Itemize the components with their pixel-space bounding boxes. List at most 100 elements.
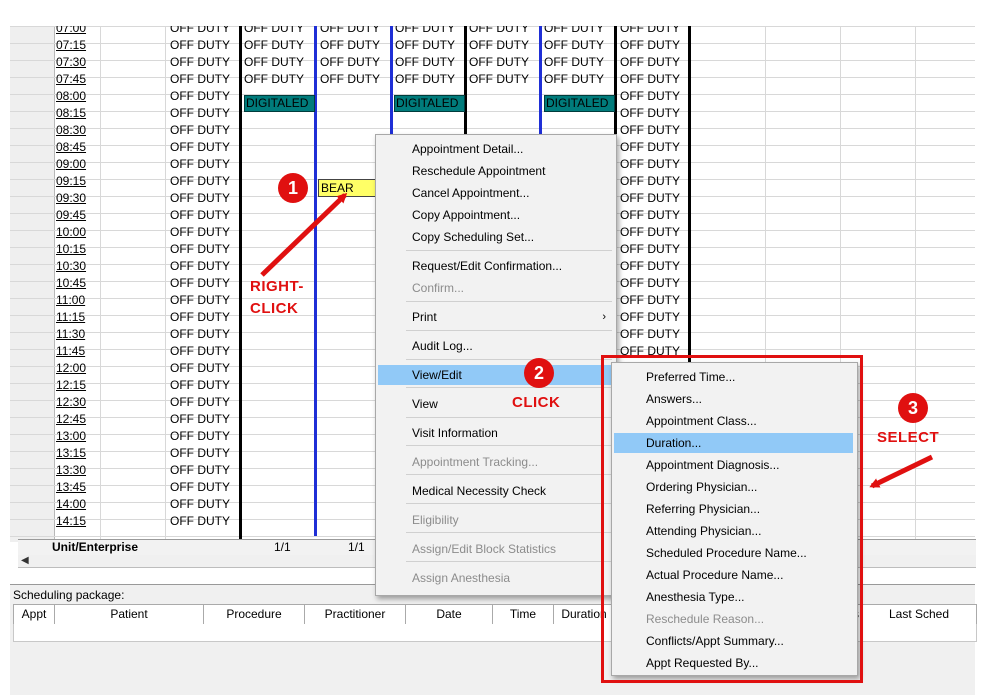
off-duty-cell[interactable]: OFF DUTY	[620, 37, 680, 54]
off-duty-cell[interactable]: OFF DUTY	[170, 54, 230, 71]
menu-item-copy-scheduling-set[interactable]: Copy Scheduling Set...	[378, 227, 614, 247]
off-duty-cell[interactable]: OFF DUTY	[244, 37, 304, 54]
menu-item-view[interactable]: View	[378, 394, 614, 414]
off-duty-cell[interactable]: OFF DUTY	[320, 71, 380, 88]
time-slot-label[interactable]: 08:30	[56, 122, 100, 139]
time-slot-label[interactable]: 12:15	[56, 377, 100, 394]
time-slot-label[interactable]: 11:45	[56, 343, 100, 360]
off-duty-cell[interactable]: OFF DUTY	[170, 360, 230, 377]
off-duty-cell[interactable]: OFF DUTY	[620, 224, 680, 241]
digitaled-slot[interactable]: DIGITALED	[244, 95, 315, 112]
time-slot-label[interactable]: 07:45	[56, 71, 100, 88]
off-duty-cell[interactable]: OFF DUTY	[469, 71, 529, 88]
off-duty-cell[interactable]: OFF DUTY	[170, 105, 230, 122]
column-header-last-sched[interactable]: Last Sched	[863, 605, 975, 624]
digitaled-slot[interactable]: DIGITALED	[394, 95, 465, 112]
time-slot-label[interactable]: 12:30	[56, 394, 100, 411]
off-duty-cell[interactable]: OFF DUTY	[170, 326, 230, 343]
off-duty-cell[interactable]: OFF DUTY	[170, 224, 230, 241]
off-duty-cell[interactable]: OFF DUTY	[395, 37, 455, 54]
off-duty-cell[interactable]: OFF DUTY	[170, 71, 230, 88]
off-duty-cell[interactable]: OFF DUTY	[170, 445, 230, 462]
time-slot-label[interactable]: 08:00	[56, 88, 100, 105]
off-duty-cell[interactable]: OFF DUTY	[320, 37, 380, 54]
column-header-date[interactable]: Date	[406, 605, 493, 624]
time-slot-label[interactable]: 11:00	[56, 292, 100, 309]
off-duty-cell[interactable]: OFF DUTY	[170, 394, 230, 411]
off-duty-cell[interactable]: OFF DUTY	[170, 275, 230, 292]
off-duty-cell[interactable]: OFF DUTY	[620, 139, 680, 156]
off-duty-cell[interactable]: OFF DUTY	[170, 173, 230, 190]
menu-item-appointment-detail[interactable]: Appointment Detail...	[378, 139, 614, 159]
off-duty-cell[interactable]: OFF DUTY	[170, 139, 230, 156]
off-duty-cell[interactable]: OFF DUTY	[469, 26, 529, 37]
off-duty-cell[interactable]: OFF DUTY	[395, 71, 455, 88]
off-duty-cell[interactable]: OFF DUTY	[170, 190, 230, 207]
time-slot-label[interactable]: 09:30	[56, 190, 100, 207]
menu-item-print[interactable]: Print ›	[378, 307, 614, 327]
off-duty-cell[interactable]: OFF DUTY	[244, 54, 304, 71]
off-duty-cell[interactable]: OFF DUTY	[170, 479, 230, 496]
off-duty-cell[interactable]: OFF DUTY	[620, 54, 680, 71]
off-duty-cell[interactable]: OFF DUTY	[320, 26, 380, 37]
time-slot-label[interactable]: 07:30	[56, 54, 100, 71]
menu-item-reschedule-appointment[interactable]: Reschedule Appointment	[378, 161, 614, 181]
menu-item-visit-information[interactable]: Visit Information	[378, 423, 614, 443]
menu-item-request-edit-confirmation[interactable]: Request/Edit Confirmation...	[378, 256, 614, 276]
column-header-appt[interactable]: Appt	[14, 605, 55, 624]
off-duty-cell[interactable]: OFF DUTY	[620, 190, 680, 207]
time-slot-label[interactable]: 13:45	[56, 479, 100, 496]
time-slot-label[interactable]: 14:15	[56, 513, 100, 530]
off-duty-cell[interactable]: OFF DUTY	[170, 241, 230, 258]
time-slot-label[interactable]: 13:30	[56, 462, 100, 479]
off-duty-cell[interactable]: OFF DUTY	[469, 37, 529, 54]
off-duty-cell[interactable]: OFF DUTY	[620, 207, 680, 224]
time-slot-label[interactable]: 10:00	[56, 224, 100, 241]
off-duty-cell[interactable]: OFF DUTY	[170, 309, 230, 326]
off-duty-cell[interactable]: OFF DUTY	[170, 462, 230, 479]
time-slot-label[interactable]: 10:45	[56, 275, 100, 292]
off-duty-cell[interactable]: OFF DUTY	[170, 88, 230, 105]
off-duty-cell[interactable]: OFF DUTY	[170, 343, 230, 360]
off-duty-cell[interactable]: OFF DUTY	[170, 411, 230, 428]
off-duty-cell[interactable]: OFF DUTY	[620, 88, 680, 105]
time-slot-label[interactable]: 09:45	[56, 207, 100, 224]
column-header-practitioner[interactable]: Practitioner	[305, 605, 406, 624]
time-slot-label[interactable]: 13:00	[56, 428, 100, 445]
off-duty-cell[interactable]: OFF DUTY	[544, 71, 604, 88]
off-duty-cell[interactable]: OFF DUTY	[170, 258, 230, 275]
menu-item-copy-appointment[interactable]: Copy Appointment...	[378, 205, 614, 225]
time-slot-label[interactable]: 10:15	[56, 241, 100, 258]
off-duty-cell[interactable]: OFF DUTY	[620, 258, 680, 275]
off-duty-cell[interactable]: OFF DUTY	[544, 37, 604, 54]
off-duty-cell[interactable]: OFF DUTY	[170, 377, 230, 394]
off-duty-cell[interactable]: OFF DUTY	[620, 122, 680, 139]
off-duty-cell[interactable]: OFF DUTY	[170, 122, 230, 139]
time-slot-label[interactable]: 10:30	[56, 258, 100, 275]
off-duty-cell[interactable]: OFF DUTY	[170, 428, 230, 445]
off-duty-cell[interactable]: OFF DUTY	[620, 241, 680, 258]
off-duty-cell[interactable]: OFF DUTY	[544, 54, 604, 71]
time-slot-label[interactable]: 09:00	[56, 156, 100, 173]
time-slot-label[interactable]: 13:15	[56, 445, 100, 462]
off-duty-cell[interactable]: OFF DUTY	[244, 71, 304, 88]
time-slot-label[interactable]: 11:30	[56, 326, 100, 343]
off-duty-cell[interactable]: OFF DUTY	[320, 54, 380, 71]
off-duty-cell[interactable]: OFF DUTY	[170, 26, 230, 37]
off-duty-cell[interactable]: OFF DUTY	[620, 309, 680, 326]
column-header-patient[interactable]: Patient	[55, 605, 204, 624]
off-duty-cell[interactable]: OFF DUTY	[170, 207, 230, 224]
off-duty-cell[interactable]: OFF DUTY	[170, 292, 230, 309]
time-slot-label[interactable]: 07:15	[56, 37, 100, 54]
time-slot-label[interactable]: 14:00	[56, 496, 100, 513]
time-slot-label[interactable]: 11:15	[56, 309, 100, 326]
column-header-time[interactable]: Time	[493, 605, 554, 624]
off-duty-cell[interactable]: OFF DUTY	[620, 71, 680, 88]
time-slot-label[interactable]: 07:00	[56, 26, 100, 37]
off-duty-cell[interactable]: OFF DUTY	[620, 173, 680, 190]
off-duty-cell[interactable]: OFF DUTY	[395, 54, 455, 71]
off-duty-cell[interactable]: OFF DUTY	[544, 26, 604, 37]
off-duty-cell[interactable]: OFF DUTY	[620, 105, 680, 122]
menu-item-audit-log[interactable]: Audit Log...	[378, 336, 614, 356]
menu-item-medical-necessity-check[interactable]: Medical Necessity Check	[378, 481, 614, 501]
